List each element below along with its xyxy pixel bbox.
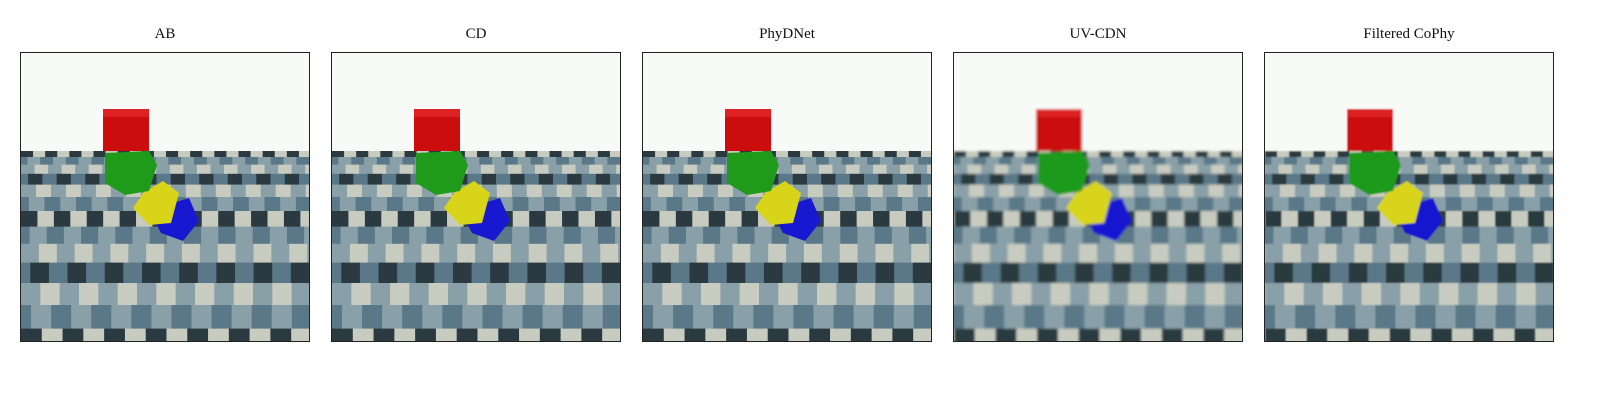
simulation-frame (642, 52, 932, 342)
sky-background (332, 53, 620, 151)
sky-background (21, 53, 309, 151)
panel-5: Filtered CoPhy (1264, 0, 1554, 360)
simulation-frame (1264, 52, 1554, 342)
checkered-floor (954, 151, 1242, 341)
panel-title: PhyDNet (759, 26, 815, 42)
checkered-floor (1265, 151, 1553, 341)
panel-1: AB (20, 0, 310, 360)
panel-title: CD (465, 26, 487, 42)
panel-title: UV-CDN (1069, 26, 1127, 42)
checkered-floor (21, 151, 309, 341)
checkered-floor (643, 151, 931, 341)
panel-4: UV-CDN (953, 0, 1243, 360)
sky-background (1265, 53, 1553, 151)
panel-2: CD (331, 0, 621, 360)
checkered-floor (332, 151, 620, 341)
panel-title: AB (154, 26, 176, 42)
sky-background (643, 53, 931, 151)
simulation-frame (20, 52, 310, 342)
panel-3: PhyDNet (642, 0, 932, 360)
panel-title: Filtered CoPhy (1363, 26, 1455, 42)
simulation-frame (953, 52, 1243, 342)
simulation-frame (331, 52, 621, 342)
sky-background (954, 53, 1242, 151)
